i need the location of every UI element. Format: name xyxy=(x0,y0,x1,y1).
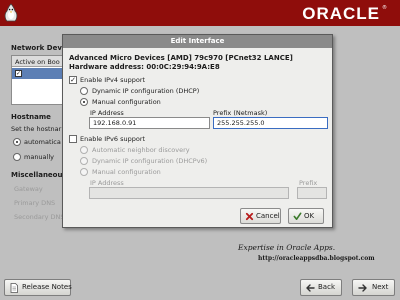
document-icon xyxy=(10,283,18,293)
edit-interface-dialog: Edit Interface Advanced Micro Devices [A… xyxy=(62,34,333,228)
primary-dns-label: Primary DNS xyxy=(14,199,56,207)
next-label: Next xyxy=(372,283,389,291)
ipv4-prefix-input[interactable]: 255.255.255.0 xyxy=(213,117,328,129)
ipv6-manual-radio[interactable] xyxy=(80,168,88,176)
ipv4-dhcp-label: Dynamic IP configuration (DHCP) xyxy=(92,87,200,95)
ipv6-dhcp-radio[interactable] xyxy=(80,157,88,165)
miscellaneous-heading: Miscellaneous xyxy=(11,171,67,179)
hostname-prompt: Set the hostnar xyxy=(11,125,62,133)
ipv6-prefix-input[interactable] xyxy=(297,187,327,199)
enable-ipv6-label: Enable IPv6 support xyxy=(80,135,146,143)
hostname-heading: Hostname xyxy=(11,113,51,121)
secondary-dns-label: Secondary DNS xyxy=(14,213,65,221)
release-notes-label: Release Notes xyxy=(22,283,72,291)
release-notes-button[interactable]: Release Notes xyxy=(4,279,72,296)
installer-screen: ORACLE ® Network Devic Active on Boo ✓ H… xyxy=(0,0,400,300)
distro-logo-icon xyxy=(4,3,18,22)
back-button[interactable]: Back xyxy=(300,279,342,296)
ipv6-dhcp-label: Dynamic IP configuration (DHCPv6) xyxy=(92,157,208,165)
ipv6-ip-address-label: IP Address xyxy=(90,179,124,187)
arrow-right-icon xyxy=(358,284,367,292)
ipv6-manual-label: Manual configuration xyxy=(92,168,161,176)
cancel-icon xyxy=(245,212,254,221)
ipv6-prefix-label: Prefix xyxy=(299,179,318,187)
ok-icon xyxy=(293,212,302,221)
device-name: Advanced Micro Devices [AMD] 79c970 [PCn… xyxy=(69,54,293,62)
hostname-automatic-radio[interactable] xyxy=(13,138,21,146)
ipv4-ip-address-input[interactable]: 192.168.0.91 xyxy=(89,117,210,129)
ok-label: OK xyxy=(304,212,315,220)
hostname-manually-radio[interactable] xyxy=(13,153,21,161)
ipv6-ip-address-input[interactable] xyxy=(89,187,289,199)
ipv4-ip-address-label: IP Address xyxy=(90,109,124,117)
ipv4-dhcp-radio[interactable] xyxy=(80,87,88,95)
top-banner: ORACLE ® xyxy=(0,0,400,26)
network-devices-table[interactable]: Active on Boo ✓ xyxy=(11,55,68,105)
cancel-button[interactable]: Cancel xyxy=(240,208,281,224)
registered-mark: ® xyxy=(382,5,387,11)
cancel-label: Cancel xyxy=(256,212,280,220)
table-row[interactable]: ✓ xyxy=(12,68,67,79)
enable-ipv4-checkbox[interactable]: ✓ xyxy=(69,76,77,84)
ipv6-auto-label: Automatic neighbor discovery xyxy=(92,146,190,154)
column-header-active-on-boot[interactable]: Active on Boo xyxy=(12,56,67,67)
dialog-title: Edit Interface xyxy=(63,35,332,48)
ipv4-manual-radio[interactable] xyxy=(80,98,88,106)
enable-ipv6-checkbox[interactable] xyxy=(69,135,77,143)
next-button[interactable]: Next xyxy=(352,279,395,296)
ipv4-manual-label: Manual configuration xyxy=(92,98,161,106)
hostname-automatic-label: automatica xyxy=(24,138,61,146)
watermark-tagline: Expertise in Oracle Apps. xyxy=(238,243,336,252)
watermark-url: http://oracleappsdba.blogspot.com xyxy=(258,255,375,262)
active-on-boot-checkbox[interactable]: ✓ xyxy=(15,70,22,77)
ipv6-auto-radio[interactable] xyxy=(80,146,88,154)
ok-button[interactable]: OK xyxy=(288,208,324,224)
hardware-address: Hardware address: 00:0C:29:94:9A:E8 xyxy=(69,63,220,71)
back-label: Back xyxy=(318,283,335,291)
arrow-left-icon xyxy=(306,284,315,292)
gateway-label: Gateway xyxy=(14,185,43,193)
network-devices-heading: Network Devic xyxy=(11,44,69,52)
oracle-logo-text: ORACLE xyxy=(302,4,380,23)
ipv4-prefix-label: Prefix (Netmask) xyxy=(213,109,268,117)
hostname-manually-label: manually xyxy=(24,153,54,161)
enable-ipv4-label: Enable IPv4 support xyxy=(80,76,146,84)
